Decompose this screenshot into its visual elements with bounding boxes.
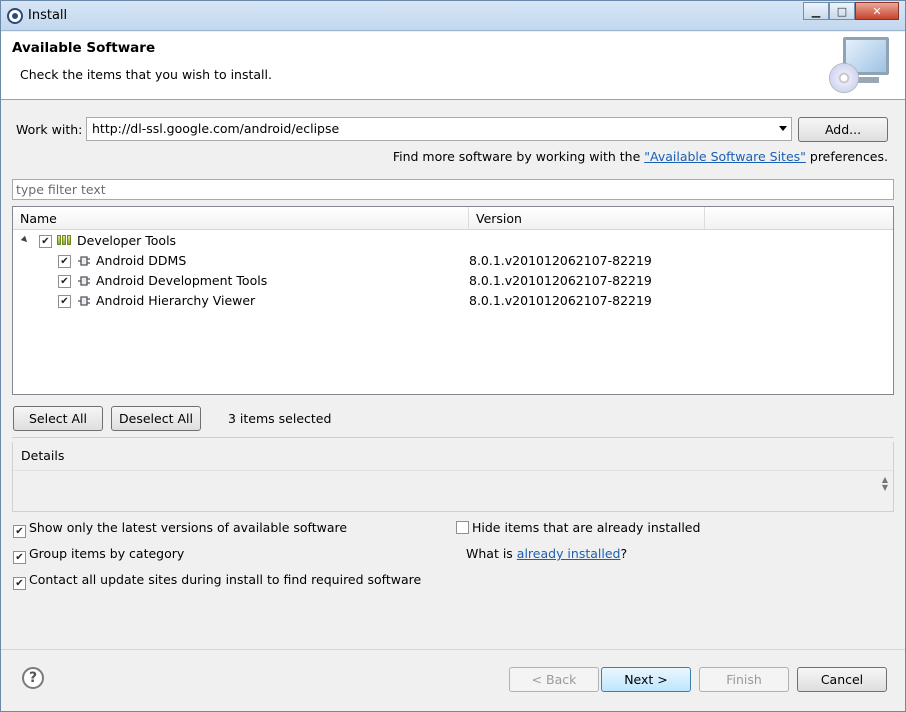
- details-separator: [12, 437, 894, 438]
- item-version: 8.0.1.v201012062107-82219: [469, 293, 652, 308]
- already-installed-link[interactable]: already installed: [517, 546, 621, 561]
- contact-sites-label: Contact all update sites during install …: [29, 572, 422, 587]
- select-all-button[interactable]: Select All: [13, 406, 103, 431]
- show-latest-checkbox[interactable]: ✔: [13, 525, 26, 538]
- category-checkbox[interactable]: ✔: [39, 235, 52, 248]
- software-tree-table[interactable]: Name Version ✔ Developer Tools ✔ Android…: [12, 206, 894, 395]
- add-site-button[interactable]: Add...: [798, 117, 888, 142]
- minimize-icon[interactable]: ▁: [803, 2, 829, 20]
- work-with-combo[interactable]: http://dl-ssl.google.com/android/eclipse: [86, 117, 792, 141]
- hide-installed-checkbox[interactable]: [456, 521, 469, 534]
- available-sites-hint: Find more software by working with the "…: [393, 149, 888, 164]
- table-row[interactable]: ✔ Android Hierarchy Viewer 8.0.1.v201012…: [13, 291, 893, 311]
- item-name: Android DDMS: [96, 253, 187, 268]
- window-controls: ▁ □ ✕: [803, 2, 899, 20]
- show-latest-option[interactable]: ✔ Show only the latest versions of availa…: [13, 520, 347, 538]
- item-name: Android Development Tools: [96, 273, 268, 288]
- page-subtitle: Check the items that you wish to install…: [20, 67, 272, 82]
- finish-button[interactable]: Finish: [699, 667, 789, 692]
- item-checkbox[interactable]: ✔: [58, 275, 71, 288]
- hint-prefix: Find more software by working with the: [392, 149, 645, 164]
- selection-status: 3 items selected: [228, 411, 332, 426]
- install-monitor-icon: [829, 35, 893, 95]
- table-row[interactable]: ✔ Android DDMS 8.0.1.v201012062107-82219: [13, 251, 893, 271]
- back-button[interactable]: < Back: [509, 667, 599, 692]
- item-checkbox[interactable]: ✔: [58, 295, 71, 308]
- feature-plugin-icon: [76, 254, 92, 268]
- what-is-prefix: What is: [466, 546, 517, 561]
- dropdown-arrow-icon[interactable]: [779, 126, 787, 131]
- contact-sites-option[interactable]: ✔ Contact all update sites during install…: [13, 572, 421, 590]
- item-checkbox[interactable]: ✔: [58, 255, 71, 268]
- page-title: Available Software: [12, 40, 156, 56]
- footer-separator: [1, 649, 905, 650]
- title-bar[interactable]: Install ▁ □ ✕: [1, 1, 905, 31]
- scroll-arrows-icon[interactable]: ▲ ▼: [882, 476, 888, 492]
- help-icon[interactable]: ?: [22, 667, 44, 689]
- contact-sites-checkbox[interactable]: ✔: [13, 577, 26, 590]
- next-button[interactable]: Next >: [601, 667, 691, 692]
- window-title: Install: [28, 8, 68, 23]
- details-panel: Details ▲ ▼: [12, 442, 894, 512]
- feature-plugin-icon: [76, 294, 92, 308]
- maximize-icon[interactable]: □: [829, 2, 855, 20]
- cancel-button[interactable]: Cancel: [797, 667, 887, 692]
- close-icon[interactable]: ✕: [855, 2, 899, 20]
- category-name: Developer Tools: [77, 233, 177, 248]
- wizard-header: Available Software Check the items that …: [1, 32, 905, 100]
- hint-suffix: preferences.: [805, 149, 888, 164]
- table-row[interactable]: ✔ Android Development Tools 8.0.1.v20101…: [13, 271, 893, 291]
- show-latest-label: Show only the latest versions of availab…: [29, 520, 348, 535]
- item-name: Android Hierarchy Viewer: [96, 293, 256, 308]
- what-is-suffix: ?: [620, 546, 628, 561]
- hide-installed-label: Hide items that are already installed: [472, 520, 701, 535]
- item-version: 8.0.1.v201012062107-82219: [469, 273, 652, 288]
- filter-input[interactable]: type filter text: [12, 179, 894, 200]
- install-dialog: Install ▁ □ ✕ Available Software Check t…: [0, 0, 906, 712]
- details-text-area[interactable]: ▲ ▼: [13, 470, 893, 510]
- column-header-version[interactable]: Version: [469, 207, 705, 230]
- feature-plugin-icon: [76, 274, 92, 288]
- work-with-value: http://dl-ssl.google.com/android/eclipse: [92, 121, 340, 136]
- what-is-installed-text: What is already installed?: [466, 546, 627, 561]
- work-with-label: Work with:: [16, 122, 83, 137]
- eclipse-icon: [7, 8, 23, 24]
- details-label: Details: [21, 448, 65, 463]
- hide-installed-option[interactable]: Hide items that are already installed: [456, 520, 700, 535]
- collapse-arrow-icon[interactable]: [20, 235, 30, 245]
- group-by-category-label: Group items by category: [29, 546, 185, 561]
- table-header: Name Version: [13, 207, 893, 230]
- group-by-category-option[interactable]: ✔ Group items by category: [13, 546, 184, 564]
- available-sites-link[interactable]: "Available Software Sites": [644, 149, 806, 164]
- item-version: 8.0.1.v201012062107-82219: [469, 253, 652, 268]
- column-header-name[interactable]: Name: [13, 207, 469, 230]
- tree-row-category[interactable]: ✔ Developer Tools: [13, 231, 893, 251]
- category-icon: [57, 235, 72, 245]
- group-by-category-checkbox[interactable]: ✔: [13, 551, 26, 564]
- deselect-all-button[interactable]: Deselect All: [111, 406, 201, 431]
